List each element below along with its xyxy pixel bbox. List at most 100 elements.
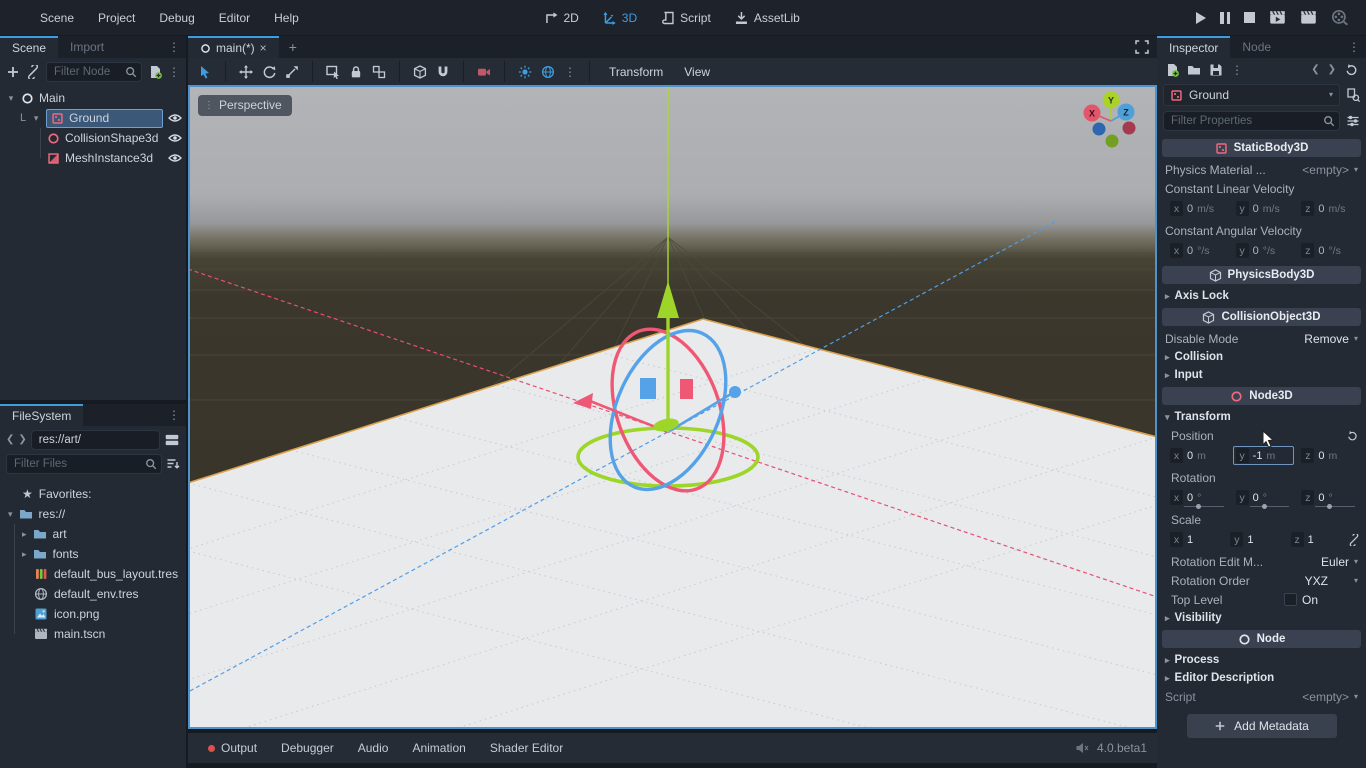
tree-row-collisionshape3d[interactable]: CollisionShape3d [0, 128, 186, 148]
nav-neg-z-ball[interactable] [1123, 122, 1136, 135]
tab-inspector[interactable]: Inspector [1157, 36, 1230, 58]
fs-row-art[interactable]: ▸ art [0, 524, 186, 544]
transform-menu[interactable]: Transform [603, 65, 669, 79]
link-scale-icon[interactable] [1348, 534, 1360, 546]
category-node3d[interactable]: Node3D [1162, 387, 1361, 405]
select-mode-icon[interactable] [198, 65, 212, 79]
open-docs-icon[interactable] [1346, 88, 1360, 102]
category-staticbody3d[interactable]: StaticBody3D [1162, 139, 1361, 157]
expand-viewport-icon[interactable] [1135, 40, 1149, 54]
view-menu[interactable]: View [678, 65, 716, 79]
preview-sun-icon[interactable] [518, 65, 532, 79]
sort-files-icon[interactable] [166, 457, 180, 471]
dock-menu-icon[interactable]: ⋮ [162, 40, 186, 54]
move-mode-icon[interactable] [239, 65, 253, 79]
cav-x-field[interactable]: x0°/s [1167, 241, 1229, 260]
property-tools-icon[interactable] [1346, 114, 1360, 128]
mute-speaker-icon[interactable] [1075, 741, 1089, 755]
edited-node-selector[interactable]: Ground ▾ [1163, 84, 1340, 106]
collapse-icon[interactable]: ▾ [8, 510, 13, 519]
menu-help[interactable]: Help [262, 7, 311, 29]
position-x-field[interactable]: x0m [1167, 446, 1229, 465]
rotation-x-field[interactable]: x0° [1167, 488, 1229, 507]
prop-physics-material[interactable]: Physics Material ... <empty> ▾ [1157, 160, 1366, 179]
fs-row-icon-png[interactable]: icon.png [0, 604, 186, 624]
tab-node[interactable]: Node [1230, 36, 1283, 58]
scale-mode-icon[interactable] [285, 65, 299, 79]
nav-neg-y-ball[interactable] [1106, 135, 1119, 148]
fs-row-default-env[interactable]: default_env.tres [0, 584, 186, 604]
nav-forward-icon[interactable]: ❯ [18, 435, 26, 445]
current-path-field[interactable] [31, 430, 160, 450]
gizmo-xy-plane-handle[interactable] [640, 378, 656, 399]
lock-icon[interactable] [349, 65, 363, 79]
category-node[interactable]: Node [1162, 630, 1361, 648]
perspective-button[interactable]: ⋮ Perspective [198, 95, 292, 116]
tree-row-main[interactable]: ▾ Main [0, 88, 186, 108]
group-axis-lock[interactable]: ▸Axis Lock [1157, 287, 1366, 305]
stop-button[interactable] [1244, 12, 1255, 23]
chevron-down-icon[interactable]: ▾ [1354, 335, 1358, 343]
visibility-eye-icon[interactable] [168, 131, 182, 145]
workspace-3d[interactable]: 3D [595, 8, 645, 28]
workspace-2d[interactable]: 2D [536, 8, 586, 28]
bottom-tab-audio[interactable]: Audio [348, 737, 399, 759]
nav-neg-x-ball[interactable] [1093, 123, 1106, 136]
fs-row-favorites[interactable]: ★ Favorites: [0, 484, 186, 504]
chevron-down-icon[interactable]: ▾ [1354, 577, 1358, 585]
scene-tree-menu-icon[interactable]: ⋮ [168, 65, 180, 79]
preview-camera-icon[interactable] [477, 65, 491, 79]
new-resource-icon[interactable] [1165, 63, 1179, 77]
fs-row-fonts[interactable]: ▸ fonts [0, 544, 186, 564]
group-process[interactable]: ▸Process [1157, 651, 1366, 669]
bottom-tab-animation[interactable]: Animation [402, 737, 475, 759]
gizmo-yz-plane-handle[interactable] [680, 379, 693, 399]
visibility-eye-icon[interactable] [168, 111, 182, 125]
workspace-script[interactable]: Script [653, 8, 719, 28]
revert-icon[interactable] [1346, 430, 1358, 442]
category-physicsbody3d[interactable]: PhysicsBody3D [1162, 266, 1361, 284]
clv-z-field[interactable]: z0m/s [1298, 199, 1360, 218]
snap-magnet-icon[interactable] [436, 65, 450, 79]
3d-viewport[interactable]: Y X Z ⋮ Perspective [188, 85, 1157, 729]
clv-x-field[interactable]: x0m/s [1167, 199, 1229, 218]
workspace-assetlib[interactable]: AssetLib [727, 8, 808, 28]
rotation-y-field[interactable]: y0° [1233, 488, 1295, 507]
filter-properties-input[interactable] [1163, 111, 1340, 131]
visibility-eye-icon[interactable] [168, 151, 182, 165]
group-icon[interactable] [372, 65, 386, 79]
top-level-checkbox[interactable] [1284, 593, 1297, 606]
sun-environ-menu-icon[interactable]: ⋮ [564, 65, 576, 79]
save-resource-icon[interactable] [1209, 63, 1223, 77]
attach-script-button[interactable] [148, 65, 162, 79]
group-collision[interactable]: ▸Collision [1157, 348, 1366, 366]
history-icon[interactable] [1344, 63, 1358, 77]
collapse-icon[interactable]: ▾ [31, 113, 41, 124]
expand-icon[interactable]: ▸ [22, 530, 27, 539]
bottom-tab-debugger[interactable]: Debugger [271, 737, 344, 759]
chevron-down-icon[interactable]: ▾ [1354, 558, 1358, 566]
fs-row-main-tscn[interactable]: main.tscn [0, 624, 186, 644]
category-collisionobject3d[interactable]: CollisionObject3D [1162, 308, 1361, 326]
prop-script[interactable]: Script <empty> ▾ [1157, 687, 1366, 706]
add-metadata-button[interactable]: Add Metadata [1187, 714, 1337, 738]
position-z-field[interactable]: z0m [1298, 446, 1360, 465]
rotation-z-field[interactable]: z0° [1298, 488, 1360, 507]
tab-import[interactable]: Import [58, 36, 116, 58]
close-tab-icon[interactable]: × [260, 41, 267, 55]
pause-button[interactable] [1220, 12, 1230, 24]
bottom-tab-shader-editor[interactable]: Shader Editor [480, 737, 573, 759]
dock-menu-icon[interactable]: ⋮ [162, 408, 186, 422]
tab-scene[interactable]: Scene [0, 36, 58, 58]
play-scene-button[interactable] [1269, 9, 1286, 26]
local-space-icon[interactable] [413, 65, 427, 79]
prop-rotation-edit-mode[interactable]: Rotation Edit M... Euler ▾ [1157, 552, 1366, 571]
group-editor-description[interactable]: ▸Editor Description [1157, 669, 1366, 687]
prop-disable-mode[interactable]: Disable Mode Remove ▾ [1157, 329, 1366, 348]
scale-z-field[interactable]: z1 [1288, 530, 1344, 549]
fs-row-default-bus-layout[interactable]: default_bus_layout.tres [0, 564, 186, 584]
menu-project[interactable]: Project [86, 7, 147, 29]
toggle-split-mode-icon[interactable] [164, 432, 180, 448]
resource-menu-icon[interactable]: ⋮ [1231, 63, 1243, 77]
play-custom-scene-button[interactable] [1300, 9, 1317, 26]
